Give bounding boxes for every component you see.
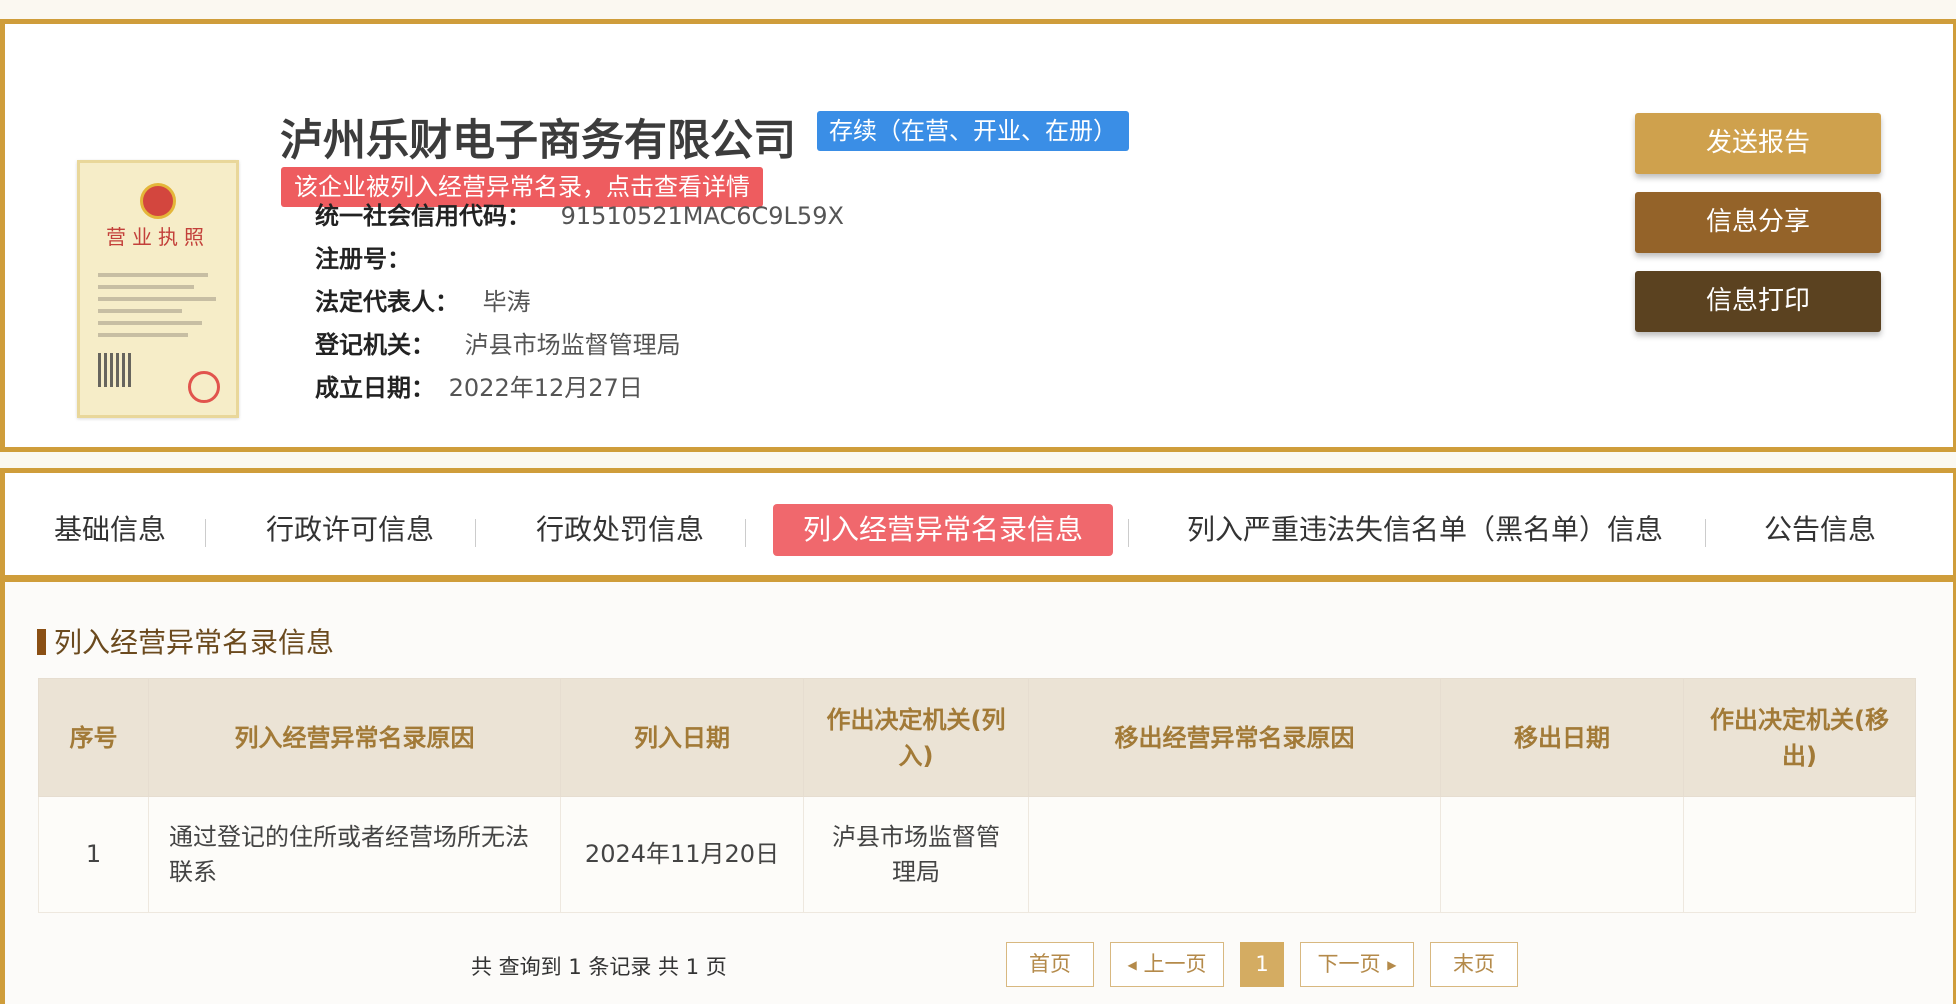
legal-representative-label: 法定代表人：	[315, 288, 459, 316]
registration-number-row: 注册号：	[315, 239, 411, 274]
column-header: 作出决定机关(列入)	[803, 678, 1029, 797]
detail-panel: 基础信息 行政许可信息 行政处罚信息 列入经营异常名录信息 列入严重违法失信名单…	[0, 468, 1956, 1004]
license-text-lines	[98, 273, 218, 345]
abnormal-records-table: 序号 列入经营异常名录原因 列入日期 作出决定机关(列入) 移出经营异常名录原因…	[38, 678, 1916, 913]
prev-page-label: 上一页	[1143, 952, 1207, 976]
tab-separator	[205, 519, 206, 547]
next-page-button[interactable]: 下一页 ▶	[1300, 942, 1414, 987]
column-header: 列入经营异常名录原因	[148, 678, 561, 797]
official-seal-icon	[188, 371, 220, 403]
table-cell-removal-date	[1440, 796, 1684, 913]
legal-representative-value: 毕涛	[482, 288, 531, 316]
company-name: 泸州乐财电子商务有限公司	[280, 116, 796, 166]
column-header: 作出决定机关(移出)	[1683, 678, 1916, 797]
company-card: 营业执照 泸州乐财电子商务有限公司 存续（在营、开业、在册） 该企业被列入经营异…	[0, 19, 1956, 452]
last-page-button[interactable]: 末页	[1430, 942, 1518, 987]
tab-separator	[1705, 519, 1706, 547]
current-page-button[interactable]: 1	[1240, 942, 1284, 987]
column-header: 移出日期	[1440, 678, 1684, 797]
tab-abnormal-list[interactable]: 列入经营异常名录信息	[773, 504, 1113, 556]
next-page-label: 下一页	[1317, 952, 1381, 976]
table-cell-listing-date: 2024年11月20日	[560, 796, 804, 913]
registration-authority-value: 泸县市场监督管理局	[464, 331, 681, 359]
table-cell-removal-authority	[1683, 796, 1916, 913]
registration-authority-row: 登记机关： 泸县市场监督管理局	[315, 325, 681, 360]
credit-code-value: 91510521MAC6C9L59X	[560, 202, 844, 230]
section-title-text: 列入经营异常名录信息	[54, 626, 335, 659]
tab-basic-info[interactable]: 基础信息	[35, 504, 185, 556]
tab-separator	[475, 519, 476, 547]
legal-representative-row: 法定代表人： 毕涛	[315, 282, 531, 317]
section-title: 列入经营异常名录信息	[37, 621, 334, 661]
establishment-date-value: 2022年12月27日	[448, 374, 643, 402]
table-cell-removal-reason	[1028, 796, 1441, 913]
column-header: 序号	[38, 678, 149, 797]
column-header: 移出经营异常名录原因	[1028, 678, 1441, 797]
tab-bar: 基础信息 行政许可信息 行政处罚信息 列入经营异常名录信息 列入严重违法失信名单…	[5, 473, 1953, 582]
table-cell-listing-authority: 泸县市场监督管理局	[803, 796, 1029, 913]
print-info-button[interactable]: 信息打印	[1635, 271, 1881, 332]
table-row: 1 通过登记的住所或者经营场所无法联系 2024年11月20日 泸县市场监督管理…	[38, 796, 1916, 913]
tab-separator	[1128, 519, 1129, 547]
national-emblem-icon	[140, 183, 176, 219]
share-info-button[interactable]: 信息分享	[1635, 192, 1881, 253]
credit-code-row: 统一社会信用代码： 91510521MAC6C9L59X	[315, 196, 844, 231]
tab-administrative-license[interactable]: 行政许可信息	[250, 504, 450, 556]
business-license-image[interactable]: 营业执照	[77, 160, 239, 418]
registration-authority-label: 登记机关：	[315, 331, 435, 359]
table-cell-listing-reason: 通过登记的住所或者经营场所无法联系	[148, 796, 561, 913]
send-report-button[interactable]: 发送报告	[1635, 113, 1881, 174]
tab-announcements[interactable]: 公告信息	[1745, 504, 1895, 556]
status-badge: 存续（在营、开业、在册）	[817, 111, 1129, 151]
qr-code-icon	[98, 353, 132, 387]
establishment-date-row: 成立日期： 2022年12月27日	[315, 368, 643, 403]
prev-page-button[interactable]: ◀ 上一页	[1110, 942, 1224, 987]
tab-serious-violation-blacklist[interactable]: 列入严重违法失信名单（黑名单）信息	[1165, 504, 1685, 556]
table-cell-index: 1	[38, 796, 149, 913]
section-marker-icon	[37, 629, 46, 655]
table-header-row: 序号 列入经营异常名录原因 列入日期 作出决定机关(列入) 移出经营异常名录原因…	[38, 678, 1916, 797]
registration-number-label: 注册号：	[315, 245, 411, 273]
column-header: 列入日期	[560, 678, 804, 797]
establishment-date-label: 成立日期：	[315, 374, 435, 402]
pagination-summary: 共 查询到 1 条记录 共 1 页	[471, 955, 727, 979]
license-title: 营业执照	[106, 225, 210, 249]
credit-code-label: 统一社会信用代码：	[315, 202, 531, 230]
tab-administrative-penalty[interactable]: 行政处罚信息	[520, 504, 720, 556]
tab-separator	[745, 519, 746, 547]
caret-left-icon: ◀	[1127, 958, 1137, 972]
first-page-button[interactable]: 首页	[1006, 942, 1094, 987]
caret-right-icon: ▶	[1387, 958, 1397, 972]
